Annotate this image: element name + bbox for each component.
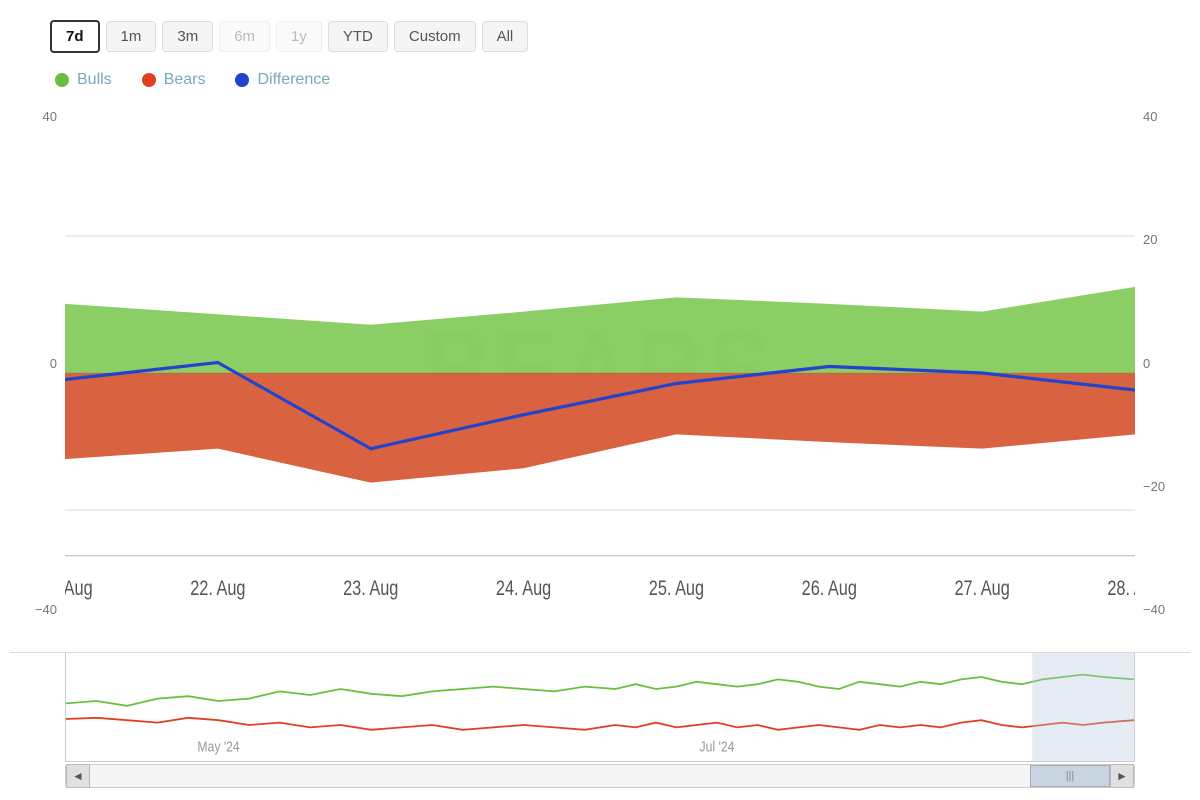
y-right-neg20: −20 <box>1143 479 1165 494</box>
scrollbar-track: ◄ ||| ► <box>65 764 1135 788</box>
scroll-left-button[interactable]: ◄ <box>66 764 90 788</box>
time-btn-1m[interactable]: 1m <box>106 21 157 52</box>
svg-text:27. Aug: 27. Aug <box>955 576 1010 599</box>
difference-dot <box>235 73 249 87</box>
time-btn-6m: 6m <box>219 21 270 52</box>
scroll-track-inner: ||| <box>90 765 1110 787</box>
main-chart-svg: BEARS <box>65 99 1135 647</box>
difference-label: Difference <box>257 71 330 89</box>
time-btn-all[interactable]: All <box>482 21 529 52</box>
svg-text:22. Aug: 22. Aug <box>190 576 245 599</box>
legend-bears: Bears <box>142 71 206 89</box>
chart-legend: Bulls Bears Difference <box>10 71 1190 89</box>
scroll-right-button[interactable]: ► <box>1110 764 1134 788</box>
main-chart-area: 40 0 −40 BEARS <box>10 99 1190 647</box>
y-right-neg40: −40 <box>1143 602 1165 617</box>
mini-chart-container: May '24 Jul '24 <box>65 653 1135 762</box>
mini-y-spacer-left <box>10 653 65 762</box>
mini-y-spacer-right <box>1135 653 1190 762</box>
time-btn-custom[interactable]: Custom <box>394 21 476 52</box>
svg-text:24. Aug: 24. Aug <box>496 576 551 599</box>
main-chart-svg-container: BEARS <box>65 99 1135 647</box>
time-range-selector: 7d 1m 3m 6m 1y YTD Custom All <box>10 20 1190 53</box>
bears-label: Bears <box>164 71 206 89</box>
y-label-neg40: −40 <box>35 602 57 617</box>
mini-bears-line <box>66 718 1134 730</box>
svg-text:21. Aug: 21. Aug <box>65 576 93 599</box>
y-axis-right: 40 20 0 −20 −40 <box>1135 99 1190 647</box>
y-label-40: 40 <box>43 109 57 124</box>
svg-text:Jul '24: Jul '24 <box>700 738 735 754</box>
bears-area <box>65 373 1135 483</box>
svg-text:23. Aug: 23. Aug <box>343 576 398 599</box>
time-btn-ytd[interactable]: YTD <box>328 21 388 52</box>
svg-text:May '24: May '24 <box>197 738 240 754</box>
y-label-0: 0 <box>50 356 57 371</box>
svg-text:26. Aug: 26. Aug <box>802 576 857 599</box>
mini-chart-area: May '24 Jul '24 <box>10 652 1190 762</box>
time-btn-3m[interactable]: 3m <box>162 21 213 52</box>
scrollbar: ◄ ||| ► <box>10 762 1190 790</box>
bulls-dot <box>55 73 69 87</box>
time-btn-7d[interactable]: 7d <box>50 20 100 53</box>
svg-text:28. Aug: 28. Aug <box>1107 576 1135 599</box>
y-axis-left: 40 0 −40 <box>10 99 65 647</box>
bulls-area <box>65 287 1135 373</box>
bulls-label: Bulls <box>77 71 112 89</box>
bears-dot <box>142 73 156 87</box>
scroll-thumb-label: ||| <box>1066 770 1075 782</box>
svg-text:25. Aug: 25. Aug <box>649 576 704 599</box>
time-btn-1y: 1y <box>276 21 322 52</box>
y-right-20: 20 <box>1143 232 1157 247</box>
y-right-40: 40 <box>1143 109 1157 124</box>
legend-bulls: Bulls <box>55 71 112 89</box>
y-right-0: 0 <box>1143 356 1150 371</box>
mini-bulls-line <box>66 675 1134 706</box>
mini-selection-area <box>1032 653 1134 761</box>
legend-difference: Difference <box>235 71 330 89</box>
mini-chart-svg: May '24 Jul '24 <box>66 653 1134 761</box>
scroll-thumb[interactable]: ||| <box>1030 765 1110 787</box>
